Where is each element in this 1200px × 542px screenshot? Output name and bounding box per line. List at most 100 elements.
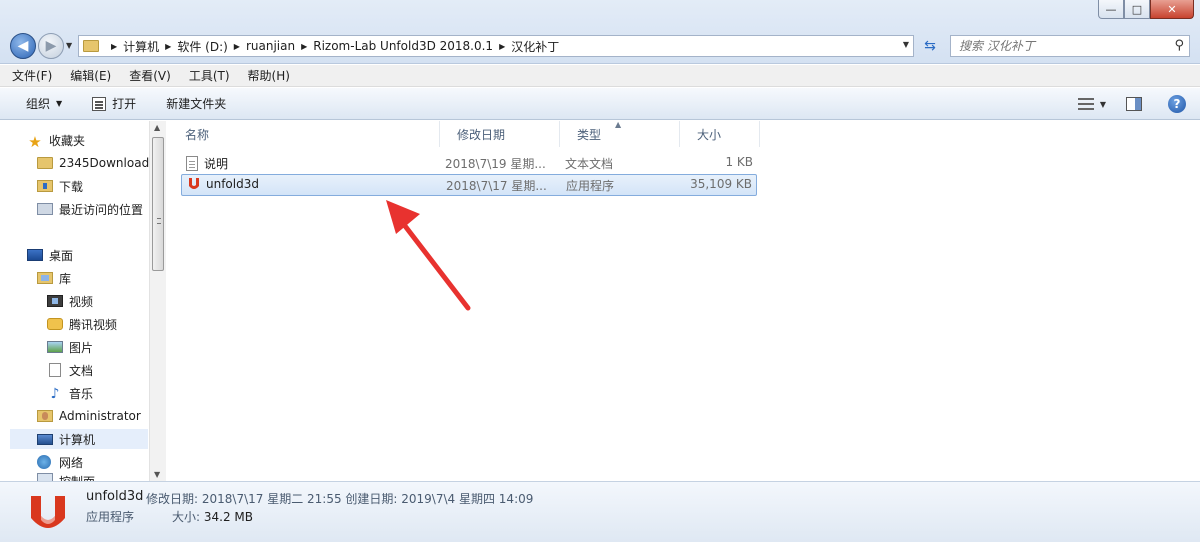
sidebar-item-pictures[interactable]: 图片 — [47, 337, 93, 357]
organize-button[interactable]: 组织 ▼ — [26, 95, 62, 112]
chevron-right-icon[interactable]: ▶ — [165, 42, 171, 51]
table-row[interactable]: 说明 2018\7\19 星期... 文本文档 1 KB — [181, 152, 757, 174]
navigation-pane: ★ 收藏夹 2345Downloads 下载 最近访问的位置 桌面 库 视频 腾… — [0, 121, 166, 481]
file-modified: 2018\7\19 星期... — [445, 157, 546, 171]
minimize-button[interactable]: — — [1098, 0, 1124, 19]
chevron-down-icon: ▼ — [56, 99, 63, 108]
help-icon[interactable]: ? — [1168, 95, 1186, 113]
preview-pane-icon[interactable] — [1126, 97, 1142, 111]
computer-icon — [37, 433, 53, 445]
breadcrumb-patch[interactable]: 汉化补丁 — [511, 38, 559, 55]
sidebar-item-label: 收藏夹 — [49, 133, 86, 148]
chevron-right-icon[interactable]: ▶ — [499, 42, 505, 51]
column-header-name[interactable]: 名称 — [168, 121, 440, 147]
open-button[interactable]: 打开 — [92, 95, 136, 112]
search-input[interactable] — [951, 36, 1161, 56]
text-file-icon — [186, 156, 198, 171]
sidebar-item-control-panel[interactable]: 控制面 — [37, 473, 95, 481]
video-icon — [47, 295, 63, 307]
folder-icon — [83, 40, 99, 52]
sidebar-item-libraries[interactable]: 库 — [37, 268, 71, 288]
open-file-icon — [92, 96, 107, 111]
sidebar-item-tencent-video[interactable]: 腾讯视频 — [47, 314, 117, 334]
sidebar-item-network[interactable]: 网络 — [37, 452, 83, 472]
downloads-icon — [37, 180, 53, 192]
title-address-bar: — □ ✕ ◀ ▶ ▼ ▶ 计算机 ▶ 软件 (D:) ▶ ruanjian ▶… — [0, 0, 1200, 64]
forward-button[interactable]: ▶ — [38, 33, 64, 59]
sidebar-item-downloads[interactable]: 下载 — [37, 176, 83, 196]
chevron-down-icon[interactable]: ▼ — [1100, 100, 1106, 109]
sidebar-item-label: 图片 — [69, 340, 94, 355]
unfold3d-app-icon — [189, 178, 199, 189]
sidebar-item-label: 库 — [59, 271, 72, 286]
search-icon[interactable]: ⚲ — [1174, 38, 1184, 53]
documents-icon — [49, 363, 61, 377]
details-file-name: unfold3d — [86, 489, 144, 504]
sidebar-item-2345downloads[interactable]: 2345Downloads — [37, 153, 155, 173]
view-options-icon[interactable] — [1077, 98, 1094, 110]
annotation-arrow-icon — [386, 200, 471, 311]
arrow-left-icon: ◀ — [17, 38, 29, 54]
file-name: unfold3d — [206, 177, 259, 191]
pictures-icon — [47, 341, 63, 353]
breadcrumb-computer[interactable]: 计算机 — [123, 38, 159, 55]
refresh-icon: ⇆ — [924, 38, 936, 54]
file-type: 应用程序 — [566, 179, 615, 193]
menu-tools[interactable]: 工具(T) — [189, 67, 230, 84]
sidebar-item-label: 2345Downloads — [59, 156, 156, 170]
breadcrumb-unfold3d[interactable]: Rizom-Lab Unfold3D 2018.0.1 — [313, 39, 493, 53]
sidebar-item-recent-places[interactable]: 最近访问的位置 — [37, 199, 143, 219]
details-file-type: 应用程序 — [86, 510, 135, 524]
breadcrumb-ruanjian[interactable]: ruanjian — [246, 39, 295, 53]
sidebar-item-computer[interactable]: 计算机 — [10, 429, 148, 449]
unfold3d-app-icon — [31, 496, 65, 528]
menu-bar: 文件(F) 编辑(E) 查看(V) 工具(T) 帮助(H) — [0, 65, 1200, 87]
scroll-up-arrow-icon[interactable]: ▲ — [154, 123, 160, 132]
sidebar-item-videos[interactable]: 视频 — [47, 291, 93, 311]
close-button[interactable]: ✕ — [1150, 0, 1194, 19]
file-size: 1 KB — [725, 155, 753, 169]
column-header-modified[interactable]: 修改日期 — [440, 121, 560, 147]
file-modified: 2018\7\17 星期... — [446, 179, 547, 193]
sidebar-item-documents[interactable]: 文档 — [47, 360, 93, 380]
chevron-right-icon[interactable]: ▶ — [111, 42, 117, 51]
menu-view[interactable]: 查看(V) — [129, 67, 171, 84]
file-size: 35,109 KB — [690, 177, 752, 191]
tencent-video-icon — [47, 318, 63, 330]
organize-label: 组织 — [26, 97, 51, 111]
recent-pages-dropdown[interactable]: ▼ — [66, 41, 72, 50]
sidebar-item-favorites[interactable]: ★ 收藏夹 — [27, 130, 86, 151]
user-folder-icon — [37, 410, 53, 422]
sidebar-item-music[interactable]: ♪ 音乐 — [47, 383, 93, 403]
menu-edit[interactable]: 编辑(E) — [70, 67, 111, 84]
file-list: 名称 修改日期 类型 大小 ▲ 说明 2018\7\19 星期... 文本文档 … — [167, 120, 1200, 481]
sidebar-item-desktop[interactable]: 桌面 — [27, 245, 73, 265]
address-bar[interactable]: ▶ 计算机 ▶ 软件 (D:) ▶ ruanjian ▶ Rizom-Lab U… — [78, 35, 914, 57]
chevron-right-icon[interactable]: ▶ — [234, 42, 240, 51]
scroll-down-arrow-icon[interactable]: ▼ — [154, 470, 160, 479]
table-row[interactable]: unfold3d 2018\7\17 星期... 应用程序 35,109 KB — [181, 174, 757, 196]
menu-file[interactable]: 文件(F) — [12, 67, 52, 84]
arrow-right-icon: ▶ — [45, 38, 57, 54]
scrollbar-thumb[interactable] — [152, 137, 164, 271]
star-icon: ★ — [28, 133, 42, 151]
sidebar-item-label: 控制面 — [59, 473, 95, 481]
maximize-button[interactable]: □ — [1124, 0, 1150, 19]
search-box[interactable]: ⚲ — [950, 35, 1190, 57]
file-name-cell: 说明 — [186, 155, 228, 172]
refresh-button[interactable]: ⇆ — [918, 35, 942, 57]
sidebar-scrollbar[interactable]: ▲ ▼ — [149, 121, 166, 481]
sidebar-item-label: 桌面 — [49, 248, 74, 263]
details-size-value: 34.2 MB — [203, 510, 253, 524]
back-button[interactable]: ◀ — [10, 33, 36, 59]
chevron-right-icon[interactable]: ▶ — [301, 42, 307, 51]
menu-help[interactable]: 帮助(H) — [248, 67, 290, 84]
details-dates: 修改日期: 2018\7\17 星期二 21:55 创建日期: 2019\7\4… — [146, 492, 534, 506]
file-name-cell: unfold3d — [187, 177, 259, 191]
sidebar-item-administrator[interactable]: Administrator — [37, 406, 141, 426]
new-folder-button[interactable]: 新建文件夹 — [166, 95, 226, 112]
column-header-size[interactable]: 大小 — [680, 121, 760, 147]
sidebar-item-label: 音乐 — [69, 386, 94, 401]
address-dropdown[interactable]: ▼ — [903, 40, 909, 49]
breadcrumb-drive[interactable]: 软件 (D:) — [177, 38, 227, 55]
